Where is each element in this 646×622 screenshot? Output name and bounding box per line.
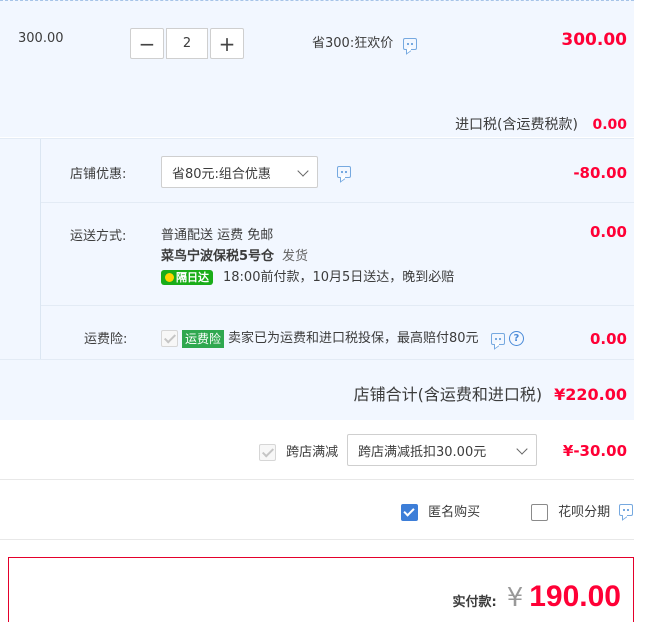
- unit-price: 300.00: [18, 31, 64, 46]
- insurance-badge: 运费险: [182, 329, 225, 348]
- shop-discount-label: 店铺优惠:: [70, 167, 127, 182]
- shop-discount-value: 省80元:组合优惠: [172, 166, 271, 182]
- ship-note: 发货: [282, 249, 309, 264]
- import-tax-amount: 0.00: [592, 117, 627, 133]
- cross-store-amount: ¥-30.00: [562, 442, 627, 460]
- chevron-down-icon: [297, 165, 309, 177]
- decrease-quantity-button[interactable]: −: [130, 28, 164, 59]
- anonymous-label: 匿名购买: [428, 505, 481, 520]
- insurance-amount: 0.00: [589, 330, 627, 348]
- next-day-badge: 隔日达: [161, 270, 213, 285]
- shop-total-label: 店铺合计(含运费和进口税): [353, 385, 543, 404]
- lightning-icon: [165, 273, 174, 282]
- shop-section: 店铺优惠: 省80元:组合优惠 -80.00 运送方式: 普通配送 运费 免邮 …: [0, 138, 634, 420]
- divider: [41, 202, 634, 203]
- shop-discount-select[interactable]: 省80元:组合优惠: [161, 156, 318, 188]
- cross-store-label-group: 跨店满减: [259, 441, 338, 461]
- payment-label: 实付款:: [452, 595, 497, 610]
- import-tax-label: 进口税(含运费税款): [455, 117, 578, 133]
- promo-info: 省300:狂欢价: [312, 32, 418, 51]
- shop-total-amount: ¥220.00: [554, 385, 627, 404]
- installment-checkbox[interactable]: [531, 504, 548, 521]
- shop-total-row: 店铺合计(含运费和进口税) ¥220.00: [354, 381, 627, 405]
- shipping-insurance-info: 运费险 卖家已为运费和进口税投保，最高赔付80元 ?: [161, 327, 524, 348]
- next-day-badge-text: 隔日达: [176, 271, 209, 284]
- divider: [40, 139, 41, 359]
- cross-store-value: 跨店满减抵扣30.00元: [358, 444, 487, 460]
- shop-discount-amount: -80.00: [573, 164, 627, 182]
- payment-amount: 190.00: [529, 580, 621, 613]
- anonymous-option[interactable]: 匿名购买: [401, 501, 480, 521]
- shipping-line: 普通配送 运费 免邮: [161, 228, 274, 243]
- chat-icon[interactable]: [337, 166, 351, 178]
- cross-store-select[interactable]: 跨店满减抵扣30.00元: [347, 434, 537, 466]
- payment-total: 实付款: ¥ 190.00: [452, 580, 621, 614]
- shipping-details: 普通配送 运费 免邮 菜鸟宁波保税5号仓 发货 隔日达 18:00前付款，10月5日…: [161, 225, 454, 288]
- chevron-down-icon: [516, 443, 528, 455]
- warehouse-name: 菜鸟宁波保税5号仓: [161, 249, 275, 264]
- promo-text: 省300:狂欢价: [312, 36, 394, 51]
- divider: [41, 305, 634, 306]
- import-tax-row: 进口税(含运费税款) 0.00: [455, 114, 627, 134]
- cross-store-checkbox[interactable]: [259, 444, 276, 461]
- delivery-promise: 18:00前付款，10月5日送达，晚到必赔: [223, 270, 455, 285]
- shipping-insurance-label: 运费险:: [84, 332, 128, 347]
- currency-symbol: ¥: [506, 583, 524, 613]
- chat-icon[interactable]: [403, 37, 418, 50]
- payment-summary: 实付款: ¥ 190.00: [8, 557, 634, 622]
- increase-quantity-button[interactable]: +: [210, 28, 244, 59]
- insurance-checkbox[interactable]: [161, 330, 178, 347]
- item-subtotal: 300.00: [561, 30, 627, 50]
- anonymous-checkbox[interactable]: [401, 504, 418, 521]
- chat-icon[interactable]: [490, 332, 505, 345]
- installment-option[interactable]: 花呗分期: [531, 501, 610, 521]
- plus-icon: +: [218, 31, 236, 56]
- shipping-amount: 0.00: [589, 223, 627, 241]
- installment-label: 花呗分期: [558, 505, 611, 520]
- order-item-section: 300.00 − 2 + 省300:狂欢价 300.00 进口税(含运费税款) …: [0, 0, 634, 137]
- help-icon[interactable]: ?: [508, 331, 524, 346]
- quantity-stepper: − 2 +: [130, 28, 244, 59]
- shipping-method-label: 运送方式:: [70, 229, 127, 244]
- chat-icon[interactable]: [619, 504, 633, 516]
- cross-store-label: 跨店满减: [286, 445, 339, 460]
- quantity-input[interactable]: 2: [166, 28, 208, 59]
- divider: [0, 359, 634, 360]
- order-options-row: 匿名购买 花呗分期: [0, 480, 634, 540]
- insurance-text: 卖家已为运费和进口税投保，最高赔付80元: [228, 331, 479, 346]
- minus-icon: −: [138, 31, 156, 56]
- cross-store-discount-row: 跨店满减 跨店满减抵扣30.00元 ¥-30.00: [0, 420, 634, 480]
